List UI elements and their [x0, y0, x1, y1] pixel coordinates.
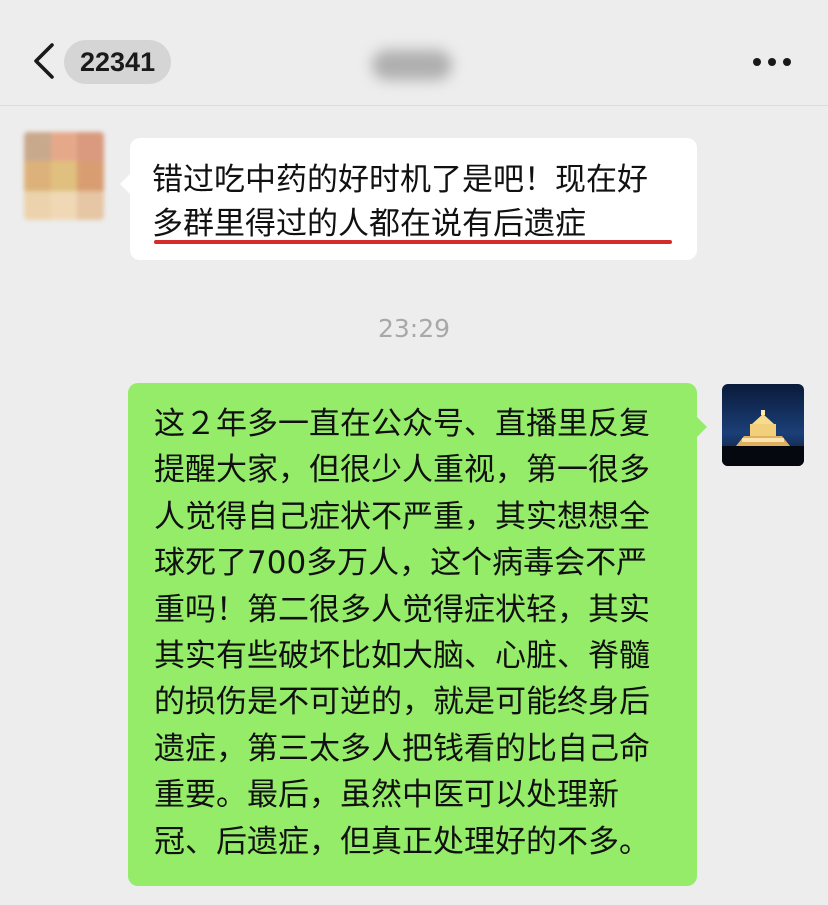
more-button[interactable]: [748, 44, 796, 80]
chat-header: 22341: [0, 0, 828, 106]
unread-count-badge[interactable]: 22341: [64, 40, 172, 84]
back-button[interactable]: [26, 38, 62, 84]
chevron-left-icon: [34, 43, 54, 79]
message-timestamp: 23:29: [377, 314, 451, 343]
contact-name-blurred: [372, 50, 452, 80]
sent-message-bubble[interactable]: 这２年多一直在公众号、直播里反复提醒大家，但很少人重视，第一很多人觉得自己症状不…: [128, 383, 707, 886]
user-avatar[interactable]: [722, 384, 804, 466]
red-underline-annotation: [154, 240, 672, 244]
received-message-text: 错过吃中药的好时机了是吧！现在好多群里得过的人都在说有后遗症: [152, 162, 648, 242]
ellipsis-icon: [753, 58, 791, 66]
temple-night-avatar-image: [722, 384, 804, 466]
contact-avatar[interactable]: [24, 132, 104, 220]
sent-message-text: 这２年多一直在公众号、直播里反复提醒大家，但很少人重视，第一很多人觉得自己症状不…: [154, 406, 650, 860]
